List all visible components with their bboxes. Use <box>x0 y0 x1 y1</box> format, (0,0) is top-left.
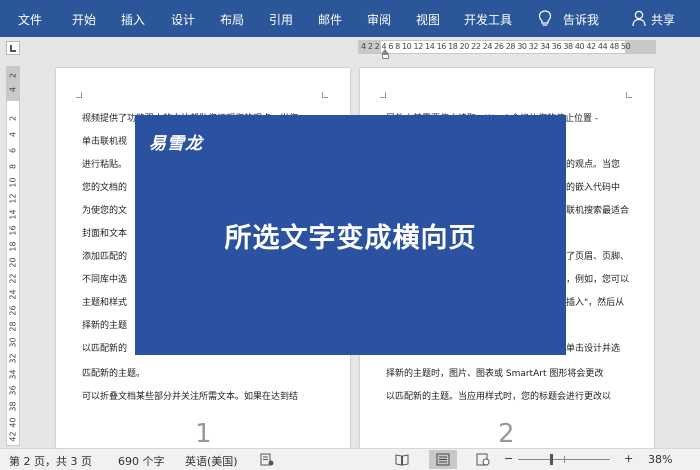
text-line: 进行粘贴。 <box>82 160 128 170</box>
vruler-tick: 2 <box>8 115 18 122</box>
vruler-tick: 26 <box>8 305 18 316</box>
text-line: 的嵌入代码中 <box>566 183 621 193</box>
text-line: 不同库中选 <box>82 275 128 285</box>
web-layout-icon[interactable] <box>476 453 490 466</box>
tab-developer[interactable]: 开发工具 <box>464 11 512 28</box>
ruler-ticks: 4 2 2 4 6 8 10 12 14 16 18 20 22 24 26 2… <box>361 42 631 51</box>
vruler-tick: 18 <box>8 241 18 252</box>
vruler-tick: 4 <box>8 86 18 93</box>
word-count[interactable]: 690 个字 <box>118 453 165 469</box>
text-line: 择新的主题时，图片、图表或 SmartArt 图形将会更改 <box>386 369 604 379</box>
language-indicator[interactable]: 英语(美国) <box>185 453 238 469</box>
accessibility-icon[interactable] <box>260 453 274 466</box>
text-line: ，例如，您可以 <box>566 275 630 285</box>
margin-corner-mark <box>76 92 82 98</box>
vruler-tick: 34 <box>8 369 18 380</box>
text-line: 以匹配新的 <box>82 344 128 354</box>
text-line: 可以折叠文档某些部分并关注所需文本。如果在达到结 <box>82 392 299 402</box>
left-indent-box[interactable] <box>382 54 389 59</box>
print-layout-icon[interactable] <box>436 453 450 466</box>
vruler-tick: 22 <box>8 273 18 284</box>
brand-logo: 易雪龙 <box>149 134 203 154</box>
text-line: 您的文档的 <box>82 183 128 193</box>
tab-home[interactable]: 开始 <box>72 11 96 28</box>
person-icon <box>632 10 646 27</box>
zoom-out-button[interactable]: − <box>504 452 513 465</box>
tab-references[interactable]: 引用 <box>269 11 293 28</box>
vruler-tick: 8 <box>8 163 18 170</box>
zoom-level[interactable]: 38% <box>648 453 672 466</box>
tab-layout[interactable]: 布局 <box>220 11 244 28</box>
text-line: 单击联机视 <box>82 137 128 147</box>
share-button[interactable]: 共享 <box>651 11 675 28</box>
vruler-tick: 42 <box>8 431 18 442</box>
tab-design[interactable]: 设计 <box>171 11 195 28</box>
text-line: 添加匹配的 <box>82 252 128 262</box>
vruler-tick: 6 <box>8 147 18 154</box>
text-line: 封面和文本 <box>82 229 128 239</box>
text-line: 以匹配新的主题。当应用样式时，您的标题会进行更改以 <box>386 392 612 402</box>
vruler-tick: 16 <box>8 225 18 236</box>
zoom-slider-thumb[interactable] <box>550 454 553 465</box>
text-line: 联机搜索最适合 <box>566 206 630 216</box>
horizontal-ruler[interactable]: 4 2 2 4 6 8 10 12 14 16 18 20 22 24 26 2… <box>358 40 656 59</box>
margin-corner-mark <box>626 92 632 98</box>
vruler-tick: 14 <box>8 209 18 220</box>
text-line: 的观点。当您 <box>566 160 621 170</box>
text-line: 主题和样式 <box>82 298 128 308</box>
text-line: 为使您的文 <box>82 206 128 216</box>
text-line: 插入"，然后从 <box>566 298 625 308</box>
tell-me-box[interactable]: 告诉我 <box>563 11 599 28</box>
ribbon-tab-bar: 文件 开始 插入 设计 布局 引用 邮件 审阅 视图 开发工具 告诉我 共享 <box>0 0 700 37</box>
tab-file[interactable]: 文件 <box>18 11 42 28</box>
zoom-slider-center-mark <box>564 456 565 463</box>
margin-corner-mark <box>322 92 328 98</box>
tab-review[interactable]: 审阅 <box>367 11 391 28</box>
tab-insert[interactable]: 插入 <box>121 11 145 28</box>
text-line: 匹配新的主题。 <box>82 369 146 379</box>
tab-mailings[interactable]: 邮件 <box>318 11 342 28</box>
vruler-tick: 12 <box>8 193 18 204</box>
text-line: 单击设计并选 <box>566 344 621 354</box>
vruler-tick: 2 <box>8 72 18 79</box>
text-line: 择新的主题 <box>82 321 128 331</box>
zoom-in-button[interactable]: + <box>624 452 633 465</box>
vruler-tick: 20 <box>8 257 18 268</box>
vruler-tick: 40 <box>8 417 18 428</box>
vruler-tick: 32 <box>8 353 18 364</box>
vruler-tick: 28 <box>8 321 18 332</box>
page-number: 1 <box>195 419 212 449</box>
text-line: 了页眉、页脚、 <box>566 252 630 262</box>
tab-view[interactable]: 视图 <box>416 11 440 28</box>
lightbulb-icon[interactable] <box>538 10 552 27</box>
banner-headline: 所选文字变成横向页 <box>224 223 477 254</box>
read-mode-icon[interactable] <box>395 453 409 466</box>
vruler-tick: 30 <box>8 337 18 348</box>
vruler-tick: 10 <box>8 177 18 188</box>
tab-stop-selector[interactable] <box>6 41 20 55</box>
vruler-tick: 24 <box>8 289 18 300</box>
page-info[interactable]: 第 2 页，共 3 页 <box>9 453 92 469</box>
page-number: 2 <box>498 419 515 449</box>
vertical-ruler[interactable]: 2 4 2 4 6 8 10 12 14 16 18 20 22 24 26 2… <box>6 66 20 446</box>
title-banner: 易雪龙 所选文字变成横向页 <box>135 115 566 355</box>
vruler-tick: 4 <box>8 131 18 138</box>
margin-corner-mark <box>380 92 386 98</box>
vruler-tick: 38 <box>8 401 18 412</box>
status-bar: 第 2 页，共 3 页 690 个字 英语(美国) − + 38% <box>0 448 700 470</box>
ruler-row: 4 2 2 4 6 8 10 12 14 16 18 20 22 24 26 2… <box>0 37 700 59</box>
vruler-tick: 36 <box>8 385 18 396</box>
